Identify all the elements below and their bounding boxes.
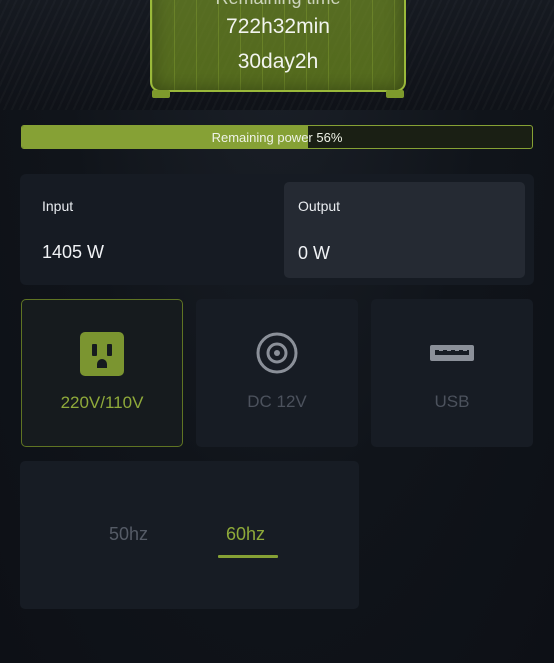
frequency-option-60hz[interactable]: 60hz — [226, 524, 265, 545]
input-value: 1405 W — [42, 242, 105, 262]
output-value: 0 W — [298, 243, 331, 263]
battery-illustration: Remaining time 722h32min 30day2h — [150, 0, 406, 98]
input-panel[interactable]: Input 1405 W — [20, 174, 282, 285]
usb-icon — [430, 345, 474, 361]
port-tile-ac[interactable]: 220V/110V — [21, 299, 183, 447]
battery-foot-right — [386, 90, 404, 98]
input-title: Input — [42, 198, 74, 214]
frequency-card: 50hz 60hz — [20, 461, 359, 609]
remaining-power-label: Remaining power 56% — [211, 129, 343, 145]
battery-body — [150, 0, 406, 92]
frequency-option-50hz[interactable]: 50hz — [109, 524, 148, 545]
port-label-ac: 220V/110V — [60, 393, 144, 412]
output-title: Output — [298, 198, 341, 214]
port-label-usb: USB — [434, 392, 470, 411]
output-panel[interactable]: Output 0 W — [284, 182, 525, 278]
ac-outlet-icon — [80, 332, 124, 376]
port-label-dc: DC 12V — [247, 392, 307, 411]
battery-foot-left — [152, 90, 170, 98]
input-output-card: Input 1405 W Output 0 W — [20, 174, 534, 285]
remaining-hours-minutes: 722h32min — [226, 15, 330, 38]
frequency-selected-underline — [218, 555, 278, 558]
app-screen: Remaining time 722h32min 30day2h Remaini… — [0, 0, 554, 663]
port-tile-usb[interactable]: USB — [371, 299, 533, 447]
remaining-days-hours: 30day2h — [237, 50, 319, 73]
remaining-time-label: Remaining time — [150, 0, 406, 9]
remaining-power-bar: Remaining power 56% — [21, 125, 533, 149]
dc-port-icon — [256, 332, 298, 374]
port-tile-dc[interactable]: DC 12V — [196, 299, 358, 447]
